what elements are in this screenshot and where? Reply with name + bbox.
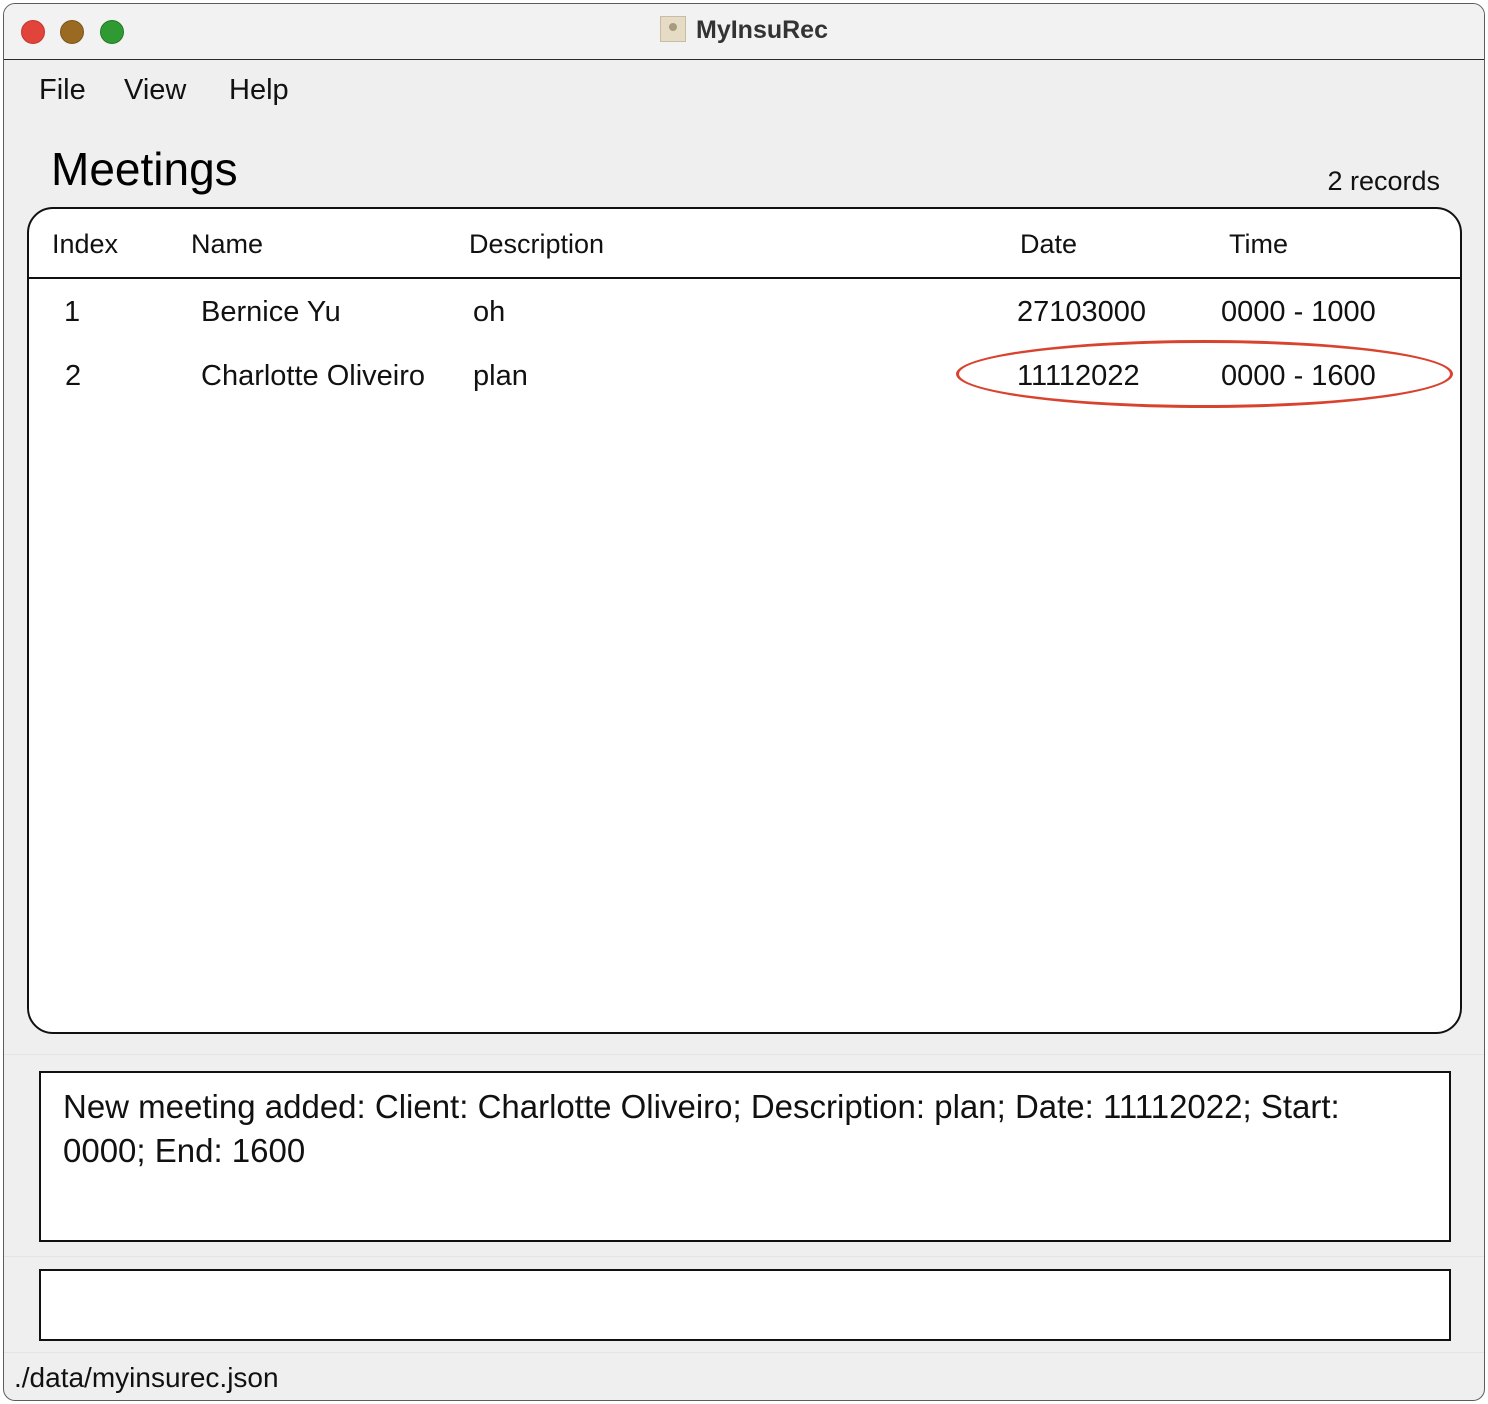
column-header-name[interactable]: Name (191, 229, 263, 260)
command-input[interactable] (39, 1269, 1451, 1341)
column-header-date[interactable]: Date (1020, 229, 1077, 260)
table-header: Index Name Description Date Time (29, 209, 1460, 279)
table-row[interactable]: 1 Bernice Yu oh 27103000 0000 - 1000 (29, 282, 1460, 346)
app-icon (660, 16, 686, 42)
table-row[interactable]: 2 Charlotte Oliveiro plan 11112022 0000 … (29, 346, 1460, 410)
menu-file[interactable]: File (39, 74, 86, 107)
column-header-index[interactable]: Index (52, 229, 118, 260)
page-title: Meetings (51, 143, 238, 195)
cell-index: 2 (65, 360, 82, 392)
app-window: MyInsuRec File View Help Meetings 2 reco… (3, 3, 1485, 1401)
record-count: 2 records (1327, 166, 1440, 196)
cell-name: Bernice Yu (201, 296, 341, 328)
divider (4, 1256, 1484, 1257)
cell-date: 27103000 (1017, 296, 1147, 328)
cell-index: 1 (64, 296, 81, 328)
menu-help[interactable]: Help (229, 74, 289, 107)
cell-time: 0000 - 1600 (1221, 360, 1376, 392)
result-display: New meeting added: Client: Charlotte Oli… (39, 1071, 1451, 1242)
status-bar-file-path: ./data/myinsurec.json (14, 1362, 279, 1393)
divider (4, 1054, 1484, 1055)
column-header-description[interactable]: Description (469, 229, 604, 260)
meetings-table: Index Name Description Date Time 1 Berni… (27, 207, 1462, 1034)
menu-view[interactable]: View (124, 74, 186, 107)
cell-description: plan (473, 360, 528, 392)
column-header-time[interactable]: Time (1229, 229, 1288, 260)
cell-time: 0000 - 1000 (1221, 296, 1376, 328)
menu-bar: File View Help (4, 61, 1484, 123)
window-title-group: MyInsuRec (4, 16, 1484, 45)
window-title: MyInsuRec (696, 16, 828, 44)
cell-date: 11112022 (1017, 360, 1140, 392)
cell-description: oh (473, 296, 506, 328)
cell-name: Charlotte Oliveiro (201, 360, 426, 392)
divider (4, 1352, 1484, 1353)
title-bar[interactable]: MyInsuRec (4, 4, 1484, 60)
